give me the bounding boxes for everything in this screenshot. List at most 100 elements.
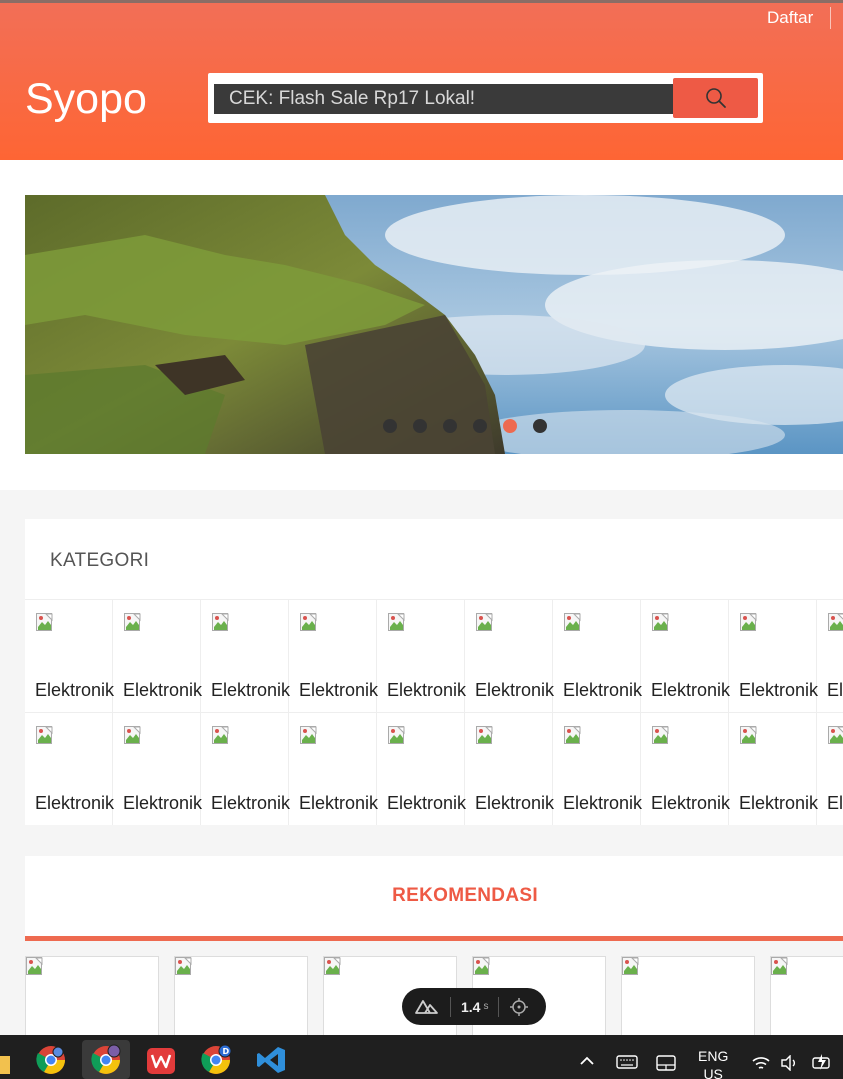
category-item[interactable]: Elektronik — [465, 600, 555, 713]
category-item[interactable]: Elektronik — [201, 600, 290, 713]
language-code: ENG — [698, 1048, 729, 1064]
chrome-d-icon[interactable]: D — [200, 1044, 232, 1076]
category-image-icon — [652, 726, 672, 746]
category-label: Elektronik — [387, 793, 467, 813]
category-label: Elektronik — [475, 680, 555, 700]
category-item[interactable]: Elektronik — [729, 600, 819, 713]
site-logo[interactable]: Syopo — [25, 75, 147, 124]
category-item[interactable]: Elektronik — [289, 600, 379, 713]
category-image-icon — [212, 726, 232, 746]
crosshair-icon[interactable] — [509, 997, 529, 1017]
touchpad-icon[interactable] — [656, 1055, 676, 1071]
category-image-icon — [740, 726, 760, 746]
wps-office-icon[interactable] — [145, 1044, 177, 1076]
register-link[interactable]: Daftar — [767, 8, 813, 28]
category-image-icon — [828, 726, 843, 746]
category-image-icon — [388, 613, 408, 633]
wifi-icon[interactable] — [751, 1054, 771, 1072]
category-item[interactable]: Elektronik — [817, 713, 843, 825]
timer-value: 1.4 — [461, 998, 481, 1015]
category-item[interactable]: Elektronik — [817, 600, 843, 713]
carousel-dot[interactable] — [533, 419, 547, 433]
nuxt-icon — [415, 999, 438, 1014]
category-label: Elektronik — [739, 793, 819, 813]
category-item[interactable]: Elektronik — [377, 600, 466, 713]
category-label: Elektronik — [827, 680, 843, 700]
search-button[interactable] — [673, 78, 758, 118]
category-title: KATEGORI — [50, 550, 150, 571]
search-bar — [208, 73, 763, 123]
category-image-icon — [36, 726, 56, 746]
category-item[interactable]: Elektronik — [553, 713, 643, 825]
region-code: US — [703, 1066, 723, 1079]
category-label: Elektronik — [651, 793, 731, 813]
category-item[interactable]: Elektronik — [113, 600, 203, 713]
devtools-timer-overlay[interactable]: 1.4 s — [402, 988, 546, 1025]
category-image-icon — [476, 613, 496, 633]
category-item[interactable]: Elektronik — [465, 713, 554, 825]
category-image-icon — [476, 726, 496, 746]
carousel-dot[interactable] — [473, 419, 487, 433]
category-item[interactable]: Elektronik — [641, 713, 731, 825]
category-image-icon — [36, 613, 56, 633]
product-card[interactable] — [25, 956, 159, 1036]
chrome-icon[interactable] — [35, 1044, 67, 1076]
category-image-icon — [124, 726, 144, 746]
category-item[interactable]: Elektronik — [25, 600, 115, 713]
carousel-dot[interactable] — [443, 419, 457, 433]
recommendation-title[interactable]: REKOMENDASI — [25, 885, 843, 907]
category-grid: Elektronik Elektronik Elektronik Elektronik… — [25, 599, 843, 825]
banner-image — [25, 195, 843, 454]
category-item[interactable]: Elektronik — [25, 713, 115, 825]
category-item[interactable]: Elektronik — [289, 713, 378, 825]
category-label: Elektronik — [651, 680, 731, 700]
product-image-icon — [622, 957, 642, 977]
category-label: Elektronik — [35, 680, 115, 700]
category-item[interactable]: Elektronik — [553, 600, 643, 713]
file-explorer-icon[interactable] — [0, 1044, 12, 1076]
overlay-divider — [450, 996, 451, 1017]
search-input[interactable] — [214, 84, 676, 114]
product-image-icon — [473, 957, 493, 977]
header-divider — [830, 7, 831, 29]
category-item[interactable]: Elektronik — [641, 600, 731, 713]
product-image-icon — [771, 957, 791, 977]
category-label: Elektronik — [739, 680, 819, 700]
language-indicator[interactable]: ENG US — [698, 1047, 728, 1079]
category-image-icon — [124, 613, 144, 633]
product-image-icon — [26, 957, 46, 977]
category-label: Elektronik — [35, 793, 115, 813]
category-label: Elektronik — [299, 680, 379, 700]
product-card[interactable] — [770, 956, 843, 1036]
keyboard-icon[interactable] — [616, 1054, 638, 1070]
category-label: Elektronik — [563, 680, 643, 700]
product-card[interactable] — [621, 956, 755, 1036]
category-image-icon — [652, 613, 672, 633]
carousel-banner[interactable] — [25, 195, 843, 454]
search-icon — [705, 88, 726, 108]
category-row: Elektronik Elektronik Elektronik Elektronik… — [25, 713, 843, 825]
category-item[interactable]: Elektronik — [377, 713, 467, 825]
category-image-icon — [388, 726, 408, 746]
category-image-icon — [828, 613, 843, 633]
category-image-icon — [564, 613, 584, 633]
battery-charging-icon[interactable] — [811, 1053, 835, 1071]
chevron-up-icon[interactable] — [579, 1055, 595, 1067]
category-image-icon — [300, 613, 320, 633]
chrome-profile-icon[interactable] — [90, 1044, 122, 1076]
category-label: Elektronik — [827, 793, 843, 813]
category-item[interactable]: Elektronik — [113, 713, 202, 825]
overlay-divider — [498, 996, 500, 1017]
product-image-icon — [175, 957, 195, 977]
product-card[interactable] — [174, 956, 308, 1036]
carousel-dot-active[interactable] — [503, 419, 517, 433]
category-label: Elektronik — [563, 793, 643, 813]
carousel-dot[interactable] — [413, 419, 427, 433]
volume-icon[interactable] — [780, 1055, 800, 1071]
category-item[interactable]: Elektronik — [729, 713, 819, 825]
recommendation-header: REKOMENDASI — [25, 856, 843, 941]
vscode-icon[interactable] — [255, 1044, 287, 1076]
category-label: Elektronik — [123, 680, 203, 700]
carousel-dot[interactable] — [383, 419, 397, 433]
category-item[interactable]: Elektronik — [201, 713, 290, 825]
